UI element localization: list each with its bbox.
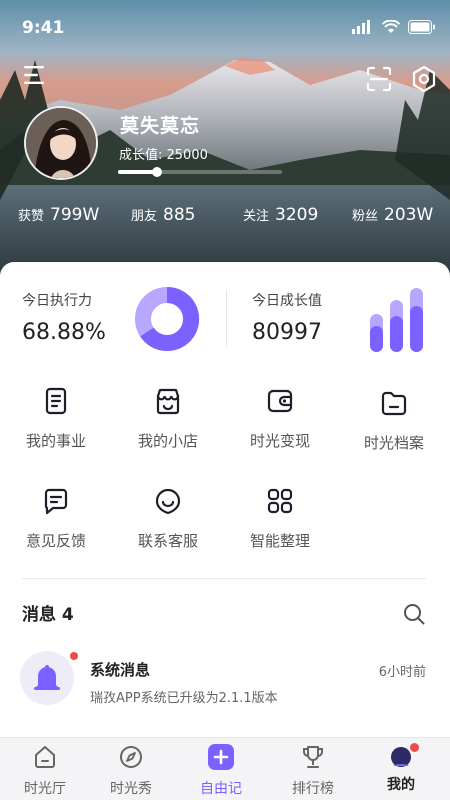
feature-customer-service[interactable]: 联系客服: [112, 486, 224, 551]
status-icons: [352, 20, 436, 34]
stat-value: 203W: [384, 205, 434, 225]
chat-icon: [44, 488, 68, 515]
stat-followers[interactable]: 粉丝 203W: [352, 205, 433, 225]
feature-feedback[interactable]: 意见反馈: [0, 486, 112, 551]
feature-my-shop[interactable]: 我的小店: [112, 386, 224, 451]
tab-label: 排行榜: [292, 781, 334, 797]
feature-label: 联系客服: [137, 532, 198, 550]
message-avatar: [20, 651, 74, 705]
feature-label: 我的小店: [137, 432, 198, 450]
stat-value: 885: [163, 205, 196, 225]
wifi-icon: [382, 20, 400, 33]
unread-badge: [70, 652, 78, 660]
feature-label: 意见反馈: [25, 532, 86, 550]
document-icon: [45, 387, 67, 415]
tab-label: 时光厅: [24, 781, 66, 797]
growth-title: 今日成长值: [252, 293, 322, 309]
tab-free-note[interactable]: 自由记: [176, 738, 266, 800]
tab-label: 时光秀: [110, 781, 152, 797]
customer-service-icon: [155, 488, 181, 515]
stat-label: 朋友: [131, 209, 158, 224]
folder-icon: [381, 391, 407, 416]
avatar[interactable]: [24, 106, 98, 180]
home-icon: [35, 746, 55, 768]
settings-icon[interactable]: [410, 65, 438, 93]
bar-chart-icon: [370, 288, 423, 352]
tab-mine[interactable]: 我的: [356, 738, 446, 800]
status-bar: 9:41: [0, 0, 450, 56]
feature-my-career[interactable]: 我的事业: [0, 386, 112, 451]
tab-badge: [410, 743, 419, 752]
message-preview: 瑞孜APP系统已升级为2.1.1版本: [90, 691, 278, 706]
growth-progress-bar: [118, 167, 282, 177]
tab-label: 我的: [387, 777, 415, 793]
feature-label: 智能整理: [249, 532, 310, 550]
tab-label: 自由记: [200, 781, 242, 797]
stat-friends[interactable]: 朋友 885: [131, 205, 195, 225]
trophy-icon: [303, 746, 323, 768]
metrics-divider: [226, 290, 227, 346]
execution-value: 68.88%: [22, 320, 106, 345]
execution-title: 今日执行力: [22, 293, 92, 309]
profile-stats: 获赞 799W 朋友 885 关注 3209 粉丝 203W: [0, 205, 450, 235]
feature-smart-organize[interactable]: 智能整理: [224, 486, 336, 551]
donut-chart-icon: [135, 286, 200, 351]
bell-icon: [34, 665, 60, 690]
feature-time-archive[interactable]: 时光档案: [338, 388, 450, 453]
battery-icon: [408, 20, 435, 34]
feature-time-monetize[interactable]: 时光变现: [224, 386, 336, 451]
profile-header: 9:41 莫失莫忘 成长值: 25000 获赞 799W 朋友 885 关注 3…: [0, 0, 450, 280]
profile-tab-icon-wrap: [388, 743, 419, 770]
stat-following[interactable]: 关注 3209: [243, 205, 318, 225]
signal-icon: [352, 20, 370, 34]
growth-value: 80997: [252, 320, 322, 345]
feature-label: 时光变现: [249, 432, 310, 450]
username: 莫失莫忘: [120, 115, 201, 137]
tab-time-hall[interactable]: 时光厅: [0, 738, 90, 800]
feature-label: 我的事业: [25, 432, 86, 450]
main-card: 今日执行力 68.88% 今日成长值 80997 我的事业 我的小店 时光变现 …: [0, 262, 450, 737]
grid-icon: [267, 488, 293, 514]
tab-time-show[interactable]: 时光秀: [86, 738, 176, 800]
status-time: 9:41: [22, 18, 65, 38]
menu-icon[interactable]: [24, 66, 46, 84]
stat-label: 获赞: [18, 209, 45, 224]
bottom-tab-bar: 时光厅 时光秀 自由记 排行榜 我的: [0, 737, 450, 800]
messages-title: 消息 4: [22, 605, 74, 625]
growth-metric: 今日成长值 80997: [252, 290, 322, 345]
plus-icon: [208, 744, 234, 770]
feature-label: 时光档案: [363, 434, 424, 452]
message-time: 6小时前: [378, 665, 426, 680]
message-item-system[interactable]: 系统消息 6小时前 瑞孜APP系统已升级为2.1.1版本: [20, 647, 430, 713]
wallet-icon: [267, 389, 293, 413]
scan-icon[interactable]: [366, 66, 392, 92]
stat-label: 粉丝: [352, 209, 379, 224]
growth-value-label: 成长值: 25000: [119, 148, 208, 163]
search-icon[interactable]: [402, 602, 426, 626]
shop-icon: [156, 388, 180, 415]
stat-label: 关注: [243, 209, 270, 224]
stat-likes[interactable]: 获赞 799W: [18, 205, 99, 225]
execution-metric: 今日执行力 68.88%: [22, 290, 106, 345]
message-sender: 系统消息: [90, 661, 151, 679]
stat-value: 799W: [50, 205, 100, 225]
compass-icon: [120, 746, 142, 768]
section-divider: [22, 578, 426, 579]
tab-leaderboard[interactable]: 排行榜: [268, 738, 358, 800]
stat-value: 3209: [275, 205, 319, 225]
